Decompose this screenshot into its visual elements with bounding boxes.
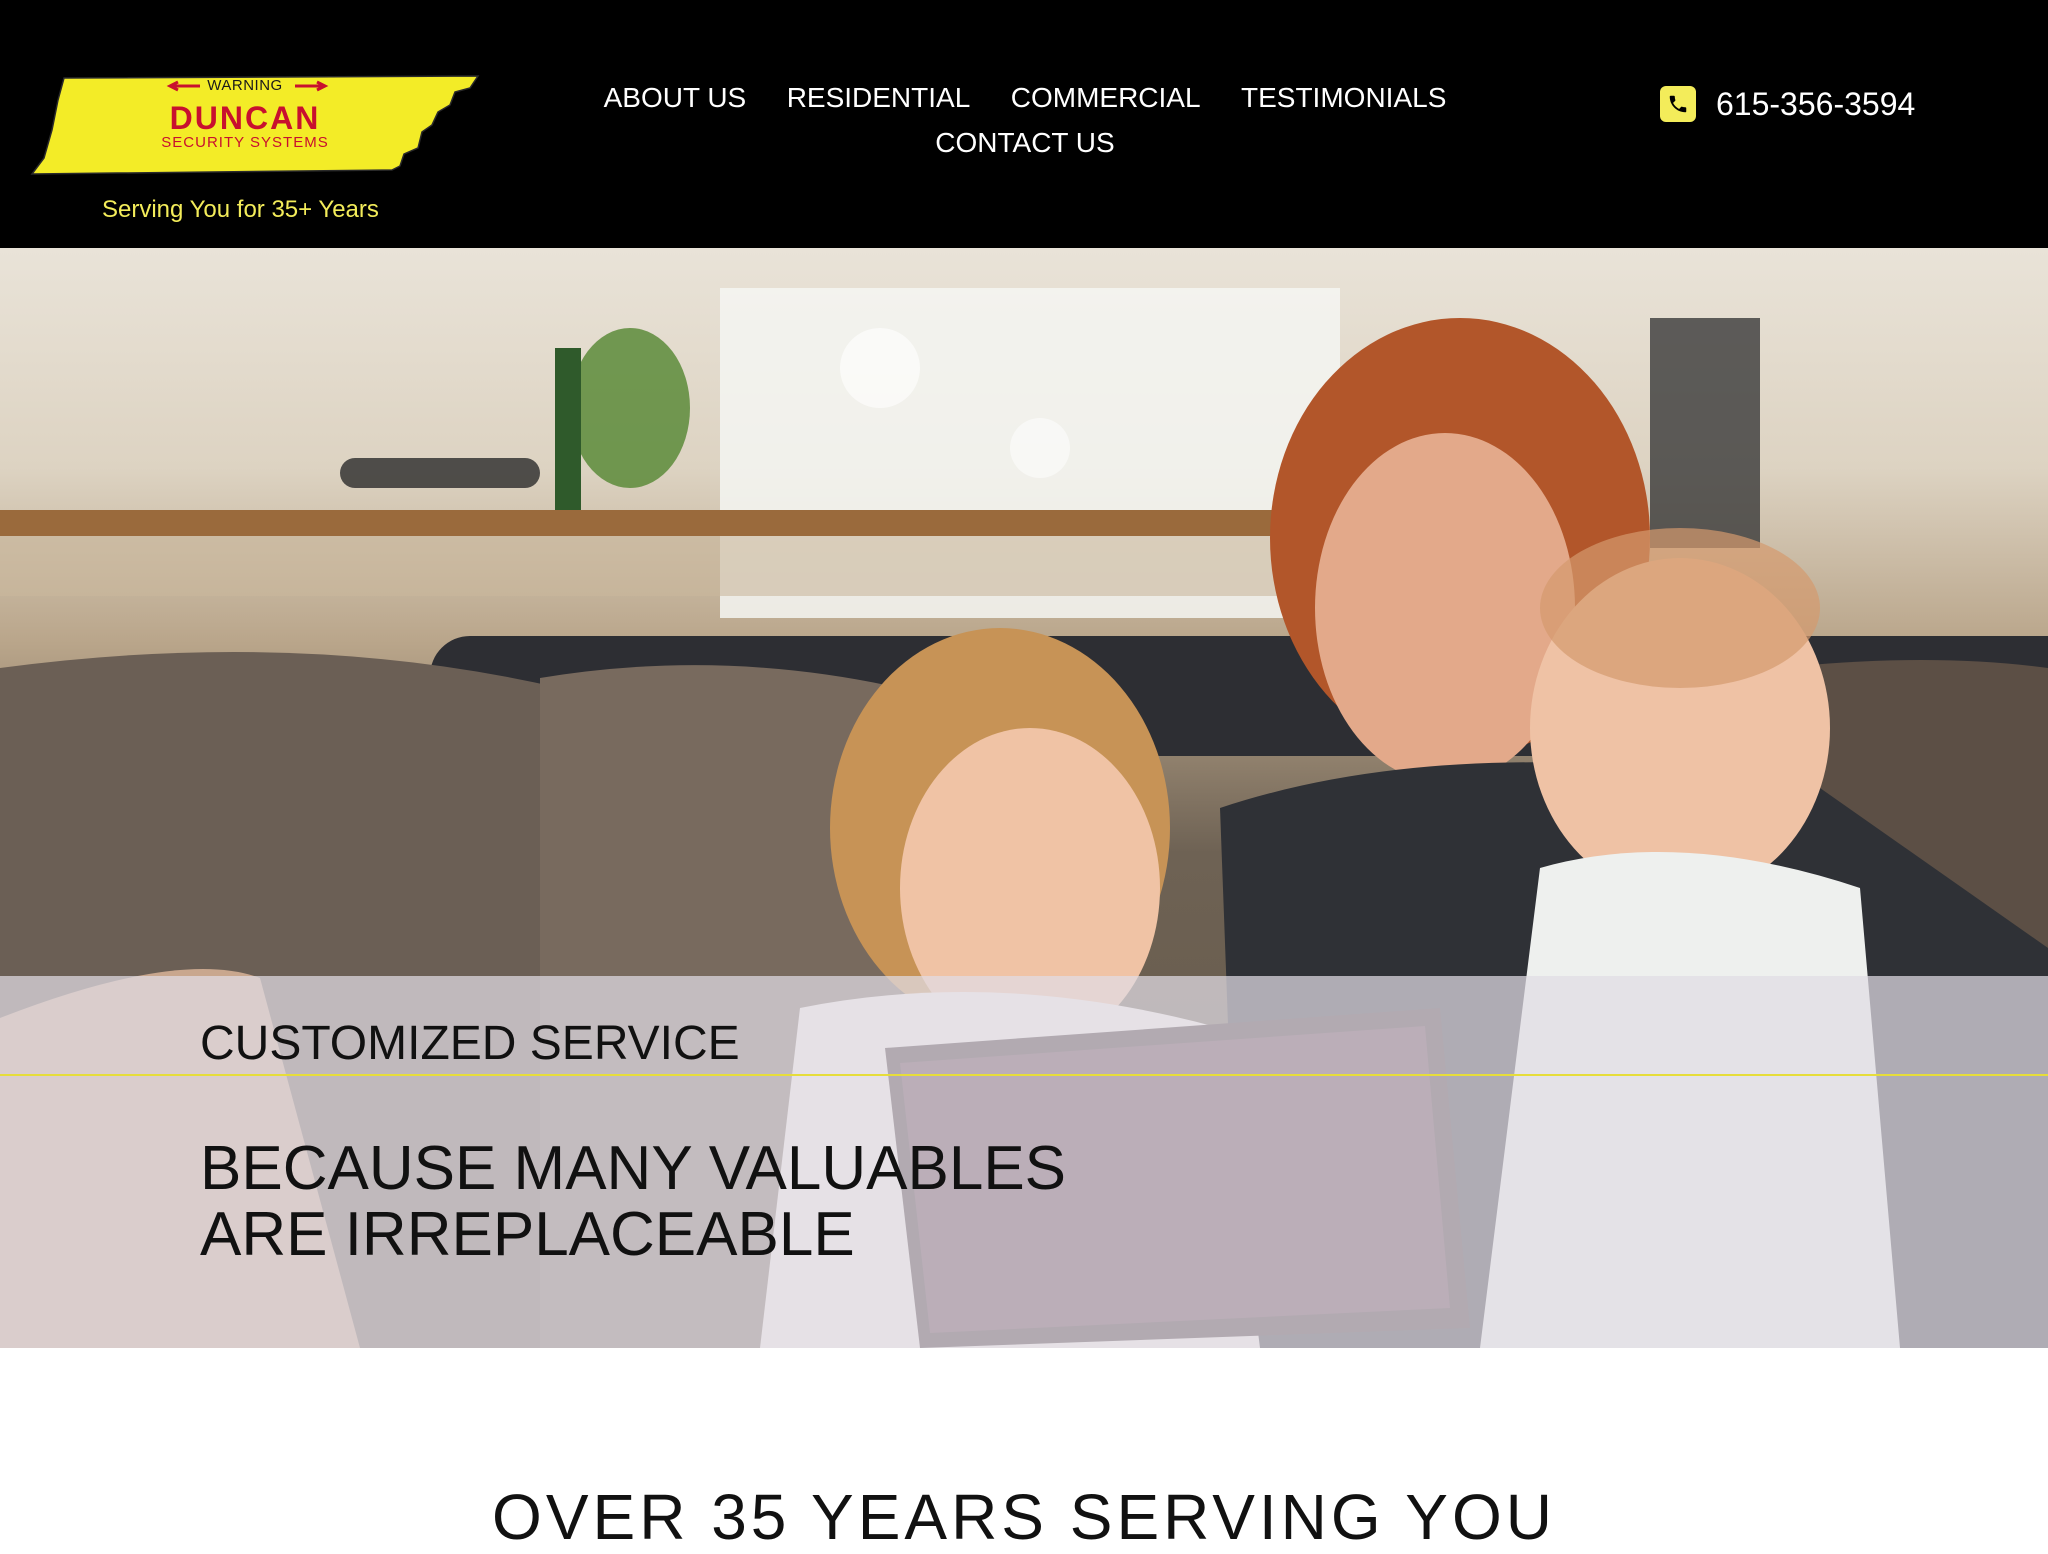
phone-icon [1660, 86, 1696, 122]
hero-headline: BECAUSE MANY VALUABLES ARE IRREPLACEABLE [200, 1134, 1067, 1269]
logo-link[interactable]: WARNING DUNCAN SECURITY SYSTEMS [30, 70, 480, 180]
hero-divider [0, 1074, 2048, 1076]
logo-subtitle: SECURITY SYSTEMS [161, 134, 329, 151]
site-header: WARNING DUNCAN SECURITY SYSTEMS Serving … [0, 0, 2048, 248]
logo-warning-text: WARNING [207, 77, 283, 94]
phone-link[interactable]: 615-356-3594 [1660, 84, 1915, 124]
hero-banner: CUSTOMIZED SERVICE BECAUSE MANY VALUABLE… [0, 248, 2048, 1348]
logo-brand-name: DUNCAN [169, 100, 321, 136]
section-title: OVER 35 YEARS SERVING YOU [492, 1481, 1556, 1553]
nav-about-us[interactable]: ABOUT US [604, 78, 747, 118]
tagline: Serving You for 35+ Years [102, 196, 379, 223]
nav-contact-us[interactable]: CONTACT US [935, 123, 1114, 163]
phone-number: 615-356-3594 [1716, 85, 1916, 122]
nav-residential[interactable]: RESIDENTIAL [787, 78, 971, 118]
main-nav: ABOUT US RESIDENTIAL COMMERCIAL TESTIMON… [560, 78, 1490, 168]
hero-eyebrow: CUSTOMIZED SERVICE [200, 1017, 740, 1070]
nav-commercial[interactable]: COMMERCIAL [1011, 78, 1201, 118]
nav-testimonials[interactable]: TESTIMONIALS [1241, 78, 1446, 118]
